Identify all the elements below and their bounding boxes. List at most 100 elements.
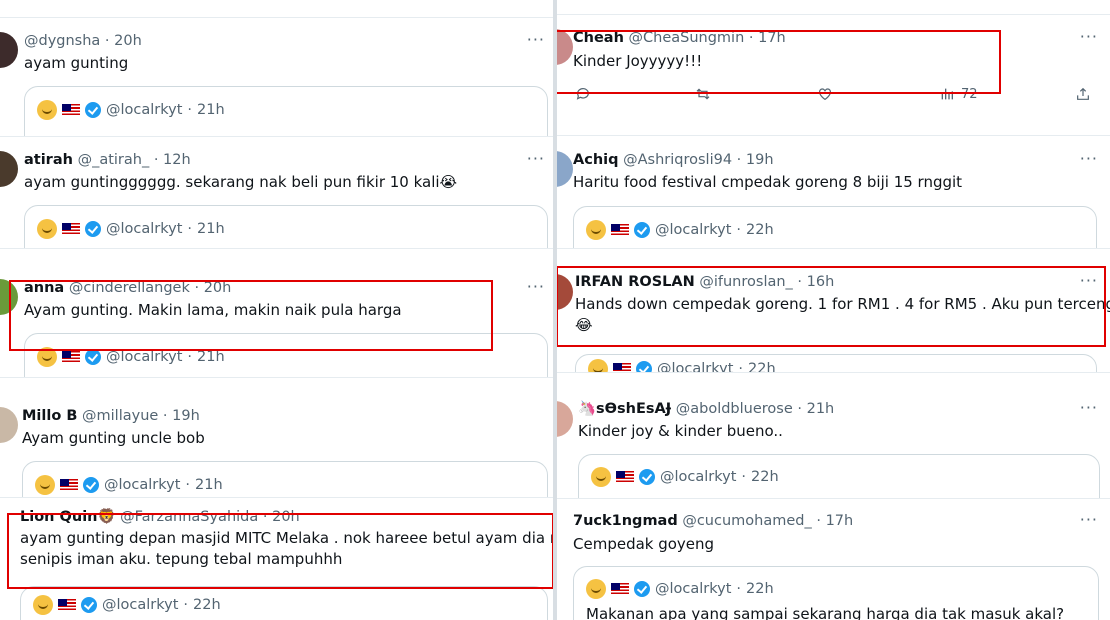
quote-header: @localrkyt · 21h [37,100,225,120]
verified-badge-icon [85,349,101,365]
quote-time[interactable]: 21h [197,221,225,237]
highlight-box [557,266,1106,347]
more-options-icon[interactable]: ··· [527,30,545,49]
malaysia-flag-icon [62,222,80,236]
tweet-header: Achiq @Ashriqrosli94 · 19h [573,152,774,168]
emoji-avatar-icon [586,579,606,599]
quote-time[interactable]: 21h [195,477,223,493]
highlight-box [9,280,493,351]
handle[interactable]: @millayue [82,408,158,424]
timestamp[interactable]: 12h [163,152,191,168]
quoted-tweet[interactable]: @localrkyt · 22h [573,206,1097,248]
tweet-text: Cempedak goyeng [573,535,715,553]
emoji-avatar-icon [37,219,57,239]
handle[interactable]: @Ashriqrosli94 [623,152,732,168]
avatar[interactable] [557,401,573,437]
quote-handle[interactable]: @localrkyt [106,102,182,118]
emoji-avatar-icon [33,595,53,615]
avatar[interactable] [0,151,18,187]
more-options-icon[interactable]: ··· [527,149,545,168]
malaysia-flag-icon [62,350,80,364]
reply-tweet[interactable]: Achiq @Ashriqrosli94 · 19h ··· Haritu fo… [557,137,1110,249]
quote-time[interactable]: 21h [197,102,225,118]
timestamp[interactable]: 19h [172,408,200,424]
more-options-icon[interactable]: ··· [1080,27,1098,46]
more-options-icon[interactable]: ··· [1080,398,1098,417]
quoted-tweet[interactable]: @localrkyt · 21h [24,86,548,136]
malaysia-flag-icon [58,598,76,612]
display-name[interactable]: 7uck1ngmad [573,513,678,529]
avatar[interactable] [0,32,18,68]
display-name[interactable]: Achiq [573,152,619,168]
timestamp[interactable]: 20h [114,33,142,49]
quote-time[interactable]: 22h [751,469,779,485]
tweet-header: 🦄sƟshEsAɈ @aboldbluerose · 21h [578,401,835,417]
quote-handle[interactable]: @localrkyt [657,361,733,372]
quote-header: @localrkyt · 21h [35,475,223,495]
quote-time[interactable]: 22h [746,581,774,597]
right-reply-column: Cheah @CheaSungmin · 17h ··· Kinder Joyy… [557,0,1110,620]
quoted-tweet[interactable]: @localrkyt · 22h Makanan apa yang sampai… [573,566,1099,620]
handle[interactable]: @aboldbluerose [676,401,793,417]
quote-handle[interactable]: @localrkyt [106,349,182,365]
quote-handle[interactable]: @localrkyt [655,581,731,597]
timestamp[interactable]: 17h [826,513,854,529]
handle[interactable]: @_atirah_ [78,152,150,168]
avatar[interactable] [0,407,18,443]
malaysia-flag-icon [60,478,78,492]
verified-badge-icon [85,102,101,118]
quote-time[interactable]: 22h [193,597,221,613]
quote-time[interactable]: 22h [746,222,774,238]
malaysia-flag-icon [611,582,629,596]
verified-badge-icon [636,361,652,372]
display-name[interactable]: 🦄sƟshEsAɈ [578,401,671,417]
reply-tweet[interactable]: 7uck1ngmad @cucumohamed_ · 17h ··· Cempe… [557,500,1110,620]
quote-header: @localrkyt · 22h [586,579,774,599]
share-icon [1077,87,1089,100]
tweet-header: 7uck1ngmad @cucumohamed_ · 17h [573,513,854,529]
handle[interactable]: @dygnsha [24,33,100,49]
quote-header: @localrkyt · 22h [33,595,221,615]
verified-badge-icon [81,597,97,613]
cropped-tweet-top [0,0,553,18]
tweet-text: Ayam gunting uncle bob [22,429,205,447]
highlight-box [7,513,553,589]
quote-time[interactable]: 21h [197,349,225,365]
verified-badge-icon [634,581,650,597]
reply-tweet[interactable]: atirah @_atirah_ · 12h ··· ayam guntingg… [0,137,553,249]
quote-handle[interactable]: @localrkyt [106,221,182,237]
reply-tweet[interactable]: @dygnsha · 20h ··· ayam gunting @localrk… [0,18,553,137]
quoted-tweet[interactable]: @localrkyt · 22h [20,586,548,620]
reply-tweet[interactable]: 🦄sƟshEsAɈ @aboldbluerose · 21h ··· Kinde… [557,387,1110,499]
avatar[interactable] [557,151,573,187]
reply-tweet[interactable]: Millo B @millayue · 19h Ayam gunting unc… [0,393,553,498]
verified-badge-icon [639,469,655,485]
quote-time[interactable]: 22h [748,361,776,372]
quoted-tweet[interactable]: @localrkyt · 22h [575,354,1097,372]
tweet-text: Kinder joy & kinder bueno.. [578,422,783,440]
screenshot-collage: @dygnsha · 20h ··· ayam gunting @localrk… [0,0,1110,620]
quoted-tweet[interactable]: @localrkyt · 21h [24,205,548,248]
quote-handle[interactable]: @localrkyt [104,477,180,493]
more-options-icon[interactable]: ··· [1080,149,1098,168]
quote-handle[interactable]: @localrkyt [660,469,736,485]
tweet-text: ayam guntingggggg. sekarang nak beli pun… [24,173,458,191]
more-options-icon[interactable]: ··· [1080,510,1098,529]
quoted-tweet[interactable]: @localrkyt · 21h [22,461,548,497]
handle[interactable]: @cucumohamed_ [682,513,811,529]
quote-handle[interactable]: @localrkyt [102,597,178,613]
malaysia-flag-icon [613,362,631,372]
quote-handle[interactable]: @localrkyt [655,222,731,238]
timestamp[interactable]: 21h [807,401,835,417]
share-button[interactable] [1075,86,1091,102]
timestamp[interactable]: 19h [746,152,774,168]
display-name[interactable]: Millo B [22,408,77,424]
emoji-avatar-icon [588,359,608,372]
more-options-icon[interactable]: ··· [527,277,545,296]
quote-header: @localrkyt · 22h [586,220,774,240]
quote-header: @localrkyt · 22h [591,467,779,487]
tweet-text: Haritu food festival cmpedak goreng 8 bi… [573,173,963,191]
quoted-tweet[interactable]: @localrkyt · 22h [578,454,1100,498]
display-name[interactable]: atirah [24,152,73,168]
tweet-header: atirah @_atirah_ · 12h [24,152,191,168]
